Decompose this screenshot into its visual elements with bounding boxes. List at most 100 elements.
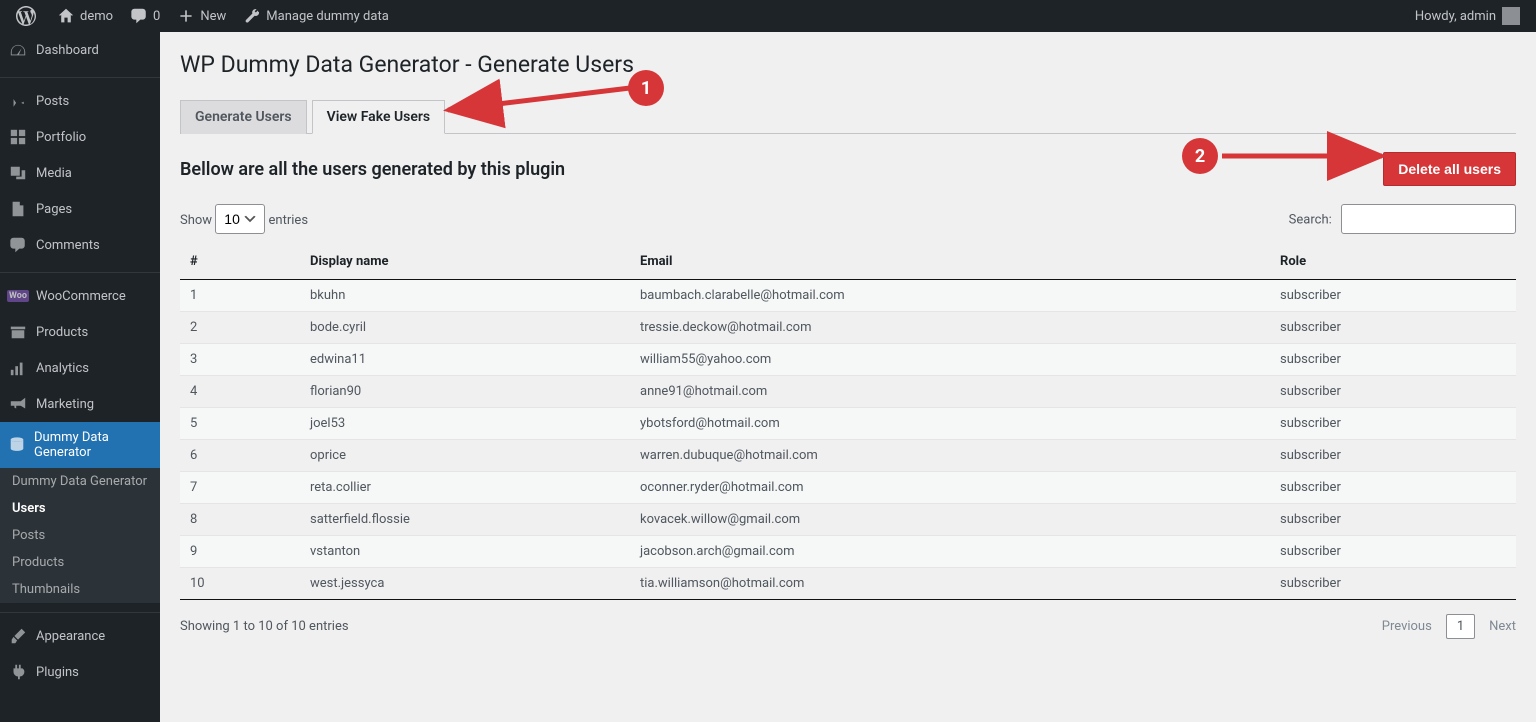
column-header[interactable]: Role	[1270, 244, 1516, 280]
next-button[interactable]: Next	[1489, 619, 1516, 634]
home-icon	[56, 6, 76, 26]
cell-n: 8	[180, 504, 300, 536]
sidebar-item-label: Analytics	[36, 361, 89, 376]
admin-sidebar: Dashboard Posts Portfolio Media PagesComment…	[0, 32, 160, 722]
sidebar-item-analytics[interactable]: Analytics	[0, 350, 160, 386]
wordpress-icon	[16, 6, 36, 26]
sidebar-item-products[interactable]: Products	[0, 314, 160, 350]
cell-email: oconner.ryder@hotmail.com	[630, 472, 1270, 504]
delete-all-users-button[interactable]: Delete all users	[1383, 152, 1516, 186]
column-header[interactable]: Display name	[300, 244, 630, 280]
sidebar-item-dummy-data-generator[interactable]: Dummy Data Generator	[0, 422, 160, 468]
new-label: New	[200, 9, 226, 24]
megaphone-icon	[8, 394, 28, 414]
database-icon	[8, 435, 26, 455]
cell-name: oprice	[300, 440, 630, 472]
cell-name: bode.cyril	[300, 312, 630, 344]
search-label: Search:	[1289, 213, 1332, 228]
sidebar-item-label: Marketing	[36, 397, 94, 412]
cell-email: kovacek.willow@gmail.com	[630, 504, 1270, 536]
column-header[interactable]: Email	[630, 244, 1270, 280]
cell-role: subscriber	[1270, 568, 1516, 600]
cell-role: subscriber	[1270, 344, 1516, 376]
cell-n: 4	[180, 376, 300, 408]
submenu-item-products[interactable]: Products	[0, 549, 160, 576]
howdy-text: Howdy, admin	[1415, 9, 1496, 24]
sidebar-item-label: WooCommerce	[36, 289, 126, 304]
sidebar-item-woocommerce[interactable]: WooWooCommerce	[0, 278, 160, 314]
column-header[interactable]: #	[180, 244, 300, 280]
cell-n: 3	[180, 344, 300, 376]
avatar	[1502, 7, 1520, 25]
submenu-item-dummy-data-generator[interactable]: Dummy Data Generator	[0, 468, 160, 495]
cell-email: baumbach.clarabelle@hotmail.com	[630, 280, 1270, 312]
cell-name: bkuhn	[300, 280, 630, 312]
cell-name: west.jessyca	[300, 568, 630, 600]
cell-role: subscriber	[1270, 504, 1516, 536]
manage-dummy-label: Manage dummy data	[266, 9, 389, 24]
datatable-footer: Showing 1 to 10 of 10 entries Previous 1…	[180, 614, 1516, 639]
grid-icon	[8, 127, 28, 147]
brush-icon	[8, 626, 28, 646]
datatable-length: Show 10 entries	[180, 204, 308, 234]
comment-icon	[129, 6, 149, 26]
users-table: #Display nameEmailRole 1bkuhnbaumbach.cl…	[180, 244, 1516, 600]
datatable-info: Showing 1 to 10 of 10 entries	[180, 619, 349, 634]
sidebar-item-posts[interactable]: Posts	[0, 83, 160, 119]
cell-role: subscriber	[1270, 440, 1516, 472]
adminbar-site-name[interactable]: demo	[48, 0, 121, 32]
sidebar-item-appearance[interactable]: Appearance	[0, 618, 160, 654]
cell-role: subscriber	[1270, 376, 1516, 408]
submenu-item-posts[interactable]: Posts	[0, 522, 160, 549]
sidebar-item-comments[interactable]: Comments	[0, 227, 160, 263]
page-1-button[interactable]: 1	[1446, 614, 1475, 639]
datatable-search: Search:	[1289, 204, 1516, 234]
submenu-item-thumbnails[interactable]: Thumbnails	[0, 576, 160, 603]
table-row: 3edwina11william55@yahoo.comsubscriber	[180, 344, 1516, 376]
table-row: 4florian90anne91@hotmail.comsubscriber	[180, 376, 1516, 408]
subhead-row: Bellow are all the users generated by th…	[180, 152, 1516, 186]
sidebar-item-label: Dummy Data Generator	[34, 430, 152, 460]
sidebar-item-marketing[interactable]: Marketing	[0, 386, 160, 422]
cell-role: subscriber	[1270, 312, 1516, 344]
adminbar-new[interactable]: New	[168, 0, 234, 32]
length-select[interactable]: 10	[215, 204, 265, 234]
comments-count: 0	[153, 9, 160, 24]
sidebar-item-dashboard[interactable]: Dashboard	[0, 32, 160, 68]
cell-name: edwina11	[300, 344, 630, 376]
datatable-controls: Show 10 entries Search:	[180, 204, 1516, 234]
adminbar-manage-dummy[interactable]: Manage dummy data	[234, 0, 397, 32]
table-row: 8satterfield.flossiekovacek.willow@gmail…	[180, 504, 1516, 536]
adminbar-account[interactable]: Howdy, admin	[1407, 0, 1528, 32]
cell-n: 2	[180, 312, 300, 344]
annotation-badge-1: 1	[628, 70, 664, 106]
tab-view-fake-users[interactable]: View Fake Users	[312, 100, 446, 134]
submenu-item-users[interactable]: Users	[0, 495, 160, 522]
page-title: WP Dummy Data Generator - Generate Users	[180, 42, 1516, 82]
sidebar-item-plugins[interactable]: Plugins	[0, 654, 160, 690]
cell-email: william55@yahoo.com	[630, 344, 1270, 376]
sidebar-item-label: Media	[36, 166, 72, 181]
cell-n: 5	[180, 408, 300, 440]
adminbar-comments[interactable]: 0	[121, 0, 168, 32]
sidebar-item-pages[interactable]: Pages	[0, 191, 160, 227]
sidebar-item-portfolio[interactable]: Portfolio	[0, 119, 160, 155]
search-input[interactable]	[1341, 204, 1516, 234]
pin-icon	[8, 91, 28, 111]
sidebar-item-label: Portfolio	[36, 130, 86, 145]
media-icon	[8, 163, 28, 183]
subhead-text: Bellow are all the users generated by th…	[180, 159, 565, 180]
adminbar-left: demo 0 New Manage dummy data	[8, 0, 397, 32]
admin-top-bar: demo 0 New Manage dummy data Howdy, admi…	[0, 0, 1536, 32]
sidebar-item-media[interactable]: Media	[0, 155, 160, 191]
tab-generate-users[interactable]: Generate Users	[180, 100, 307, 134]
cell-email: anne91@hotmail.com	[630, 376, 1270, 408]
prev-button[interactable]: Previous	[1382, 619, 1432, 634]
length-suffix: entries	[269, 213, 309, 228]
plus-icon	[176, 6, 196, 26]
wp-logo[interactable]	[8, 0, 48, 32]
annotation-badge-2: 2	[1182, 138, 1218, 174]
cell-name: reta.collier	[300, 472, 630, 504]
archive-icon	[8, 322, 28, 342]
cell-n: 1	[180, 280, 300, 312]
